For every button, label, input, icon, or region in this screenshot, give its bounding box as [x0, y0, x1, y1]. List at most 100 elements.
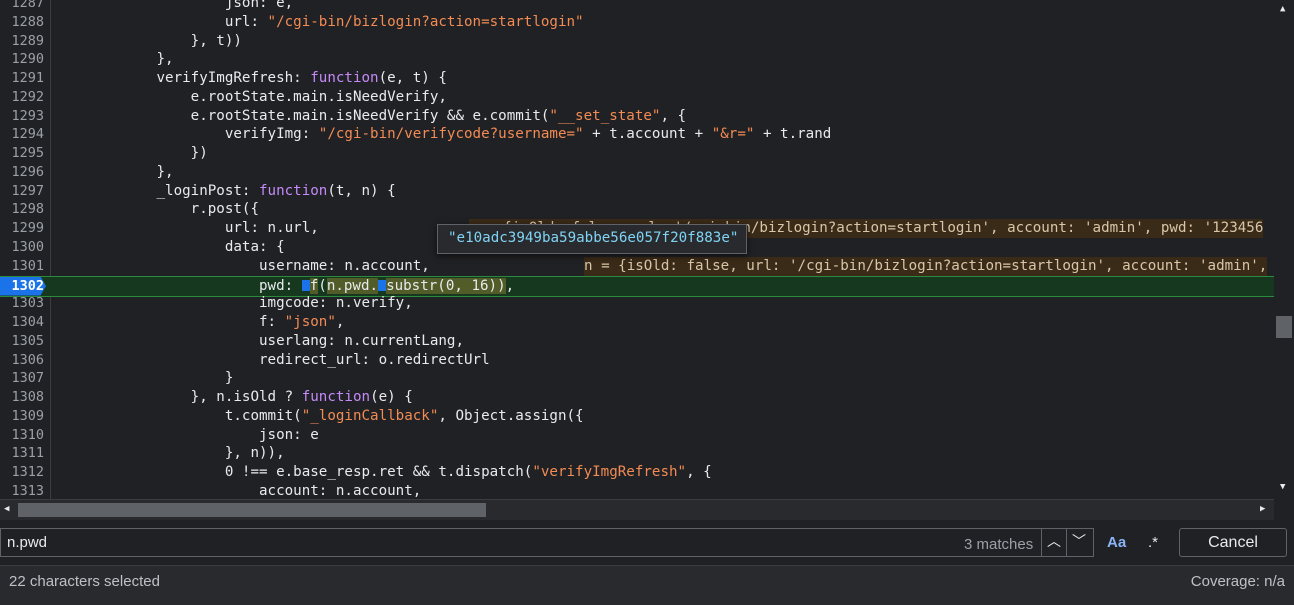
line-number[interactable]: 1307	[0, 369, 44, 388]
search-input[interactable]: n.pwd 3 matches ︿ ﹀	[0, 528, 1094, 557]
match-case-button[interactable]: Aa	[1107, 534, 1126, 551]
next-match-button[interactable]: ﹀	[1066, 529, 1091, 556]
line-number[interactable]: 1308	[0, 388, 44, 407]
line-code: userlang: n.currentLang,	[54, 332, 464, 349]
vertical-scroll-thumb[interactable]	[1276, 316, 1292, 338]
code-line[interactable]: 1311 }, n)),	[0, 444, 1274, 463]
code-line[interactable]: 1304 f: "json",	[0, 313, 1274, 332]
line-code: }, t))	[54, 32, 242, 49]
line-code: },	[54, 51, 174, 68]
line-code: data: {	[54, 239, 285, 255]
search-query[interactable]: n.pwd	[7, 534, 47, 551]
code-line[interactable]: 1301 username: n.account, n = {isOld: fal…	[0, 256, 1274, 276]
scroll-right-icon[interactable]: ▶	[1260, 504, 1265, 514]
line-code: })	[54, 145, 208, 162]
code-line[interactable]: 1313 account: n.account,	[0, 482, 1274, 499]
code-line[interactable]: 1312 0 !== e.base_resp.ret && t.dispatch…	[0, 463, 1274, 482]
line-number[interactable]: 1311	[0, 444, 44, 463]
scroll-down-icon[interactable]: ▼	[1280, 482, 1285, 492]
code-line[interactable]: 1291 verifyImgRefresh: function(e, t) {	[0, 69, 1274, 88]
code-line[interactable]: 1309 t.commit("_loginCallback", Object.a…	[0, 407, 1274, 426]
line-code: },	[54, 163, 174, 180]
inline-variable-value: n = {isOld: false, url: '/cgi-bin/bizlog…	[584, 256, 1268, 276]
line-number[interactable]: 1289	[0, 32, 44, 51]
code-line[interactable]: 1306 redirect_url: o.redirectUrl	[0, 351, 1274, 370]
line-number[interactable]: 1302	[0, 277, 44, 296]
code-line[interactable]: 1293 e.rootState.main.isNeedVerify && e.…	[0, 107, 1274, 126]
line-code: url: n.url,	[54, 220, 319, 237]
line-number[interactable]: 1288	[0, 13, 44, 32]
line-code: verifyImgRefresh: function(e, t) {	[54, 70, 447, 87]
source-editor[interactable]: 1287 json: e, 1288 url: "/cgi-bin/bizlogi…	[0, 0, 1294, 499]
tooltip-value: "e10adc3949ba59abbe56e057f20f883e"	[448, 230, 739, 246]
scroll-left-icon[interactable]: ◀	[4, 504, 9, 514]
chevron-up-icon: ︿	[1047, 534, 1061, 550]
line-code: account: n.account,	[54, 483, 422, 499]
scroll-up-icon[interactable]: ▲	[1280, 4, 1285, 14]
line-number[interactable]: 1297	[0, 182, 44, 201]
line-code: verifyImg: "/cgi-bin/verifycode?username…	[54, 126, 832, 143]
vertical-scrollbar[interactable]: ▲ ▼	[1274, 0, 1294, 499]
line-code: t.commit("_loginCallback", Object.assign…	[54, 407, 584, 424]
search-bar: n.pwd 3 matches ︿ ﹀ Aa .* Cancel	[0, 528, 1294, 558]
horizontal-scrollbar[interactable]: ◀ ▶	[0, 499, 1274, 520]
line-number[interactable]: 1298	[0, 200, 44, 219]
line-number[interactable]: 1303	[0, 294, 44, 313]
code-line[interactable]: 1290 },	[0, 50, 1274, 69]
code-line[interactable]: 1288 url: "/cgi-bin/bizlogin?action=star…	[0, 13, 1274, 32]
line-code: f: "json",	[54, 314, 345, 331]
code-line[interactable]: 1307 }	[0, 369, 1274, 388]
match-count: 3 matches	[964, 536, 1034, 553]
code-line[interactable]: 1298 r.post({	[0, 200, 1274, 219]
horizontal-scroll-thumb[interactable]	[18, 503, 486, 517]
line-code: json: e,	[54, 0, 294, 11]
regex-button[interactable]: .*	[1148, 534, 1158, 551]
line-number[interactable]: 1313	[0, 482, 44, 499]
line-code: e.rootState.main.isNeedVerify,	[54, 88, 447, 105]
cancel-button[interactable]: Cancel	[1179, 528, 1287, 557]
line-number[interactable]: 1294	[0, 125, 44, 144]
line-code: }	[54, 370, 234, 387]
line-code: _loginPost: function(t, n) {	[54, 182, 396, 199]
line-number[interactable]: 1310	[0, 426, 44, 445]
line-code: }, n)),	[54, 445, 285, 462]
chevron-down-icon: ﹀	[1072, 534, 1086, 550]
code-line[interactable]: 1295 })	[0, 144, 1274, 163]
code-line[interactable]: 1308 }, n.isOld ? function(e) {	[0, 388, 1274, 407]
line-number[interactable]: 1293	[0, 107, 44, 126]
code-line[interactable]: 1297 _loginPost: function(t, n) {	[0, 182, 1274, 201]
line-number[interactable]: 1295	[0, 144, 44, 163]
code-line[interactable]: 1305 userlang: n.currentLang,	[0, 332, 1274, 351]
line-code: imgcode: n.verify,	[54, 295, 413, 312]
hover-value-tooltip: "e10adc3949ba59abbe56e057f20f883e"	[437, 224, 747, 254]
code-line[interactable]: 1296 },	[0, 163, 1274, 182]
line-number[interactable]: 1296	[0, 163, 44, 182]
line-code: username: n.account,	[54, 257, 430, 274]
line-number[interactable]: 1306	[0, 351, 44, 370]
line-number[interactable]: 1305	[0, 332, 44, 351]
line-number[interactable]: 1312	[0, 463, 44, 482]
line-number[interactable]: 1290	[0, 50, 44, 69]
code-line[interactable]: 1310 json: e	[0, 426, 1274, 445]
code-line[interactable]: 1303 imgcode: n.verify,	[0, 294, 1274, 313]
line-code: r.post({	[54, 201, 259, 218]
line-code: redirect_url: o.redirectUrl	[54, 351, 490, 368]
line-number[interactable]: 1304	[0, 313, 44, 332]
code-line[interactable]: 1289 }, t))	[0, 32, 1274, 51]
line-code: url: "/cgi-bin/bizlogin?action=startlogi…	[54, 13, 584, 30]
previous-match-button[interactable]: ︿	[1041, 529, 1066, 556]
code-line[interactable]: 1292 e.rootState.main.isNeedVerify,	[0, 88, 1274, 107]
selection-status: 22 characters selected	[9, 573, 160, 590]
status-bar: 22 characters selected Coverage: n/a	[0, 565, 1294, 605]
line-number[interactable]: 1299	[0, 219, 44, 238]
line-number[interactable]: 1309	[0, 407, 44, 426]
line-number[interactable]: 1287	[0, 0, 44, 13]
line-number[interactable]: 1292	[0, 88, 44, 107]
line-number[interactable]: 1301	[0, 257, 44, 276]
line-code: e.rootState.main.isNeedVerify && e.commi…	[54, 107, 687, 124]
line-number[interactable]: 1300	[0, 238, 44, 257]
line-number[interactable]: 1291	[0, 69, 44, 88]
code-line[interactable]: 1294 verifyImg: "/cgi-bin/verifycode?use…	[0, 125, 1274, 144]
code-line[interactable]: 1287 json: e,	[0, 0, 1274, 13]
line-code: }, n.isOld ? function(e) {	[54, 389, 413, 406]
